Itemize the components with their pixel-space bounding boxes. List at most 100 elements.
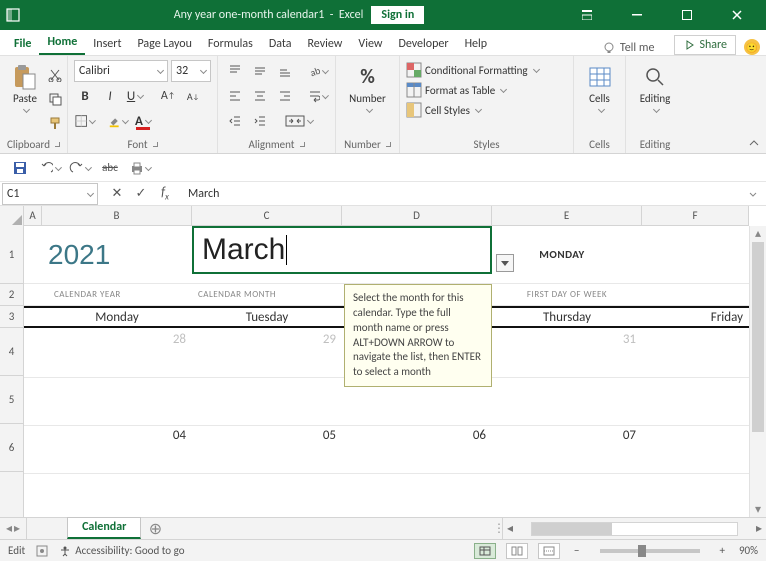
tab-scroll-right-icon[interactable]: ▸ — [14, 521, 20, 536]
format-painter-icon[interactable] — [44, 112, 66, 134]
col-header-E[interactable]: E — [492, 206, 642, 225]
font-size-combo[interactable]: 32 — [171, 60, 211, 82]
align-middle-icon[interactable] — [249, 60, 271, 82]
copy-icon[interactable] — [44, 88, 66, 110]
alignment-launcher-icon[interactable] — [300, 142, 305, 147]
minimize-icon[interactable] — [614, 0, 660, 30]
ribbon-options-icon[interactable] — [564, 0, 610, 30]
tab-developer[interactable]: Developer — [390, 33, 456, 55]
editing-button[interactable]: Editing — [632, 60, 678, 117]
tab-scroll-left-icon[interactable]: ◂ — [6, 521, 12, 536]
undo-icon[interactable] — [38, 156, 62, 180]
vertical-scrollbar[interactable]: ▴ ▾ — [749, 226, 766, 517]
maximize-icon[interactable] — [664, 0, 710, 30]
orientation-icon[interactable]: ab — [307, 60, 329, 82]
tab-review[interactable]: Review — [300, 33, 351, 55]
shrink-font-icon[interactable]: A↓ — [182, 85, 204, 107]
macro-record-icon[interactable] — [35, 544, 49, 558]
feedback-smiley-icon[interactable]: 🙂 — [744, 39, 760, 55]
column-headers[interactable]: ABCDEF — [0, 206, 749, 226]
decrease-indent-icon[interactable] — [224, 110, 246, 132]
redo-icon[interactable] — [68, 156, 92, 180]
number-launcher-icon[interactable] — [386, 142, 391, 147]
italic-button[interactable]: I — [99, 85, 121, 107]
col-header-F[interactable]: F — [642, 206, 749, 225]
tab-home[interactable]: Home — [39, 31, 85, 55]
collapse-ribbon-icon[interactable] — [748, 137, 760, 149]
cut-icon[interactable] — [44, 64, 66, 86]
bold-button[interactable]: B — [74, 85, 96, 107]
fill-color-icon[interactable] — [107, 110, 129, 132]
hscroll-thumb[interactable] — [532, 523, 612, 535]
name-box[interactable]: C1 — [2, 183, 98, 205]
worksheet-grid[interactable]: ABCDEF 123456 2021 MONDAY CALENDAR YEAR … — [0, 206, 766, 517]
tab-data[interactable]: Data — [261, 33, 300, 55]
number-format-button[interactable]: % Number — [342, 60, 393, 117]
underline-button[interactable]: U — [124, 85, 146, 107]
hscroll-right-icon[interactable]: ▸ — [752, 521, 766, 536]
paste-button[interactable]: Paste — [6, 60, 44, 134]
zoom-level[interactable]: 90% — [739, 544, 758, 557]
cancel-edit-icon[interactable]: ✕ — [106, 186, 128, 201]
tab-formulas[interactable]: Formulas — [200, 33, 261, 55]
select-all-corner[interactable] — [0, 206, 24, 226]
row-header-5[interactable]: 5 — [0, 376, 23, 424]
col-header-B[interactable]: B — [42, 206, 192, 225]
col-header-C[interactable]: C — [192, 206, 342, 225]
add-sheet-button[interactable]: ⊕ — [141, 518, 169, 539]
tab-insert[interactable]: Insert — [85, 33, 129, 55]
sign-in-button[interactable]: Sign in — [371, 6, 424, 24]
align-left-icon[interactable] — [224, 85, 246, 107]
grow-font-icon[interactable]: A↑ — [157, 85, 179, 107]
sheet-tab-calendar[interactable]: Calendar — [67, 517, 141, 539]
row-header-3[interactable]: 3 — [0, 306, 23, 328]
expand-formula-bar-icon[interactable] — [748, 189, 766, 199]
row-headers[interactable]: 123456 — [0, 226, 24, 517]
align-bottom-icon[interactable] — [274, 60, 296, 82]
tab-page-layout[interactable]: Page Layou — [129, 33, 199, 55]
font-launcher-icon[interactable] — [153, 142, 158, 147]
align-center-icon[interactable] — [249, 85, 271, 107]
view-normal-icon[interactable] — [474, 543, 496, 559]
increase-indent-icon[interactable] — [249, 110, 271, 132]
zoom-slider[interactable] — [600, 549, 700, 553]
formula-input[interactable]: March — [182, 187, 748, 201]
cell-styles-button[interactable]: Cell Styles — [406, 102, 567, 118]
format-as-table-button[interactable]: Format as Table — [406, 82, 567, 98]
zoom-in-icon[interactable]: + — [716, 544, 729, 557]
view-page-layout-icon[interactable] — [506, 543, 528, 559]
tab-help[interactable]: Help — [457, 33, 496, 55]
save-icon[interactable] — [8, 156, 32, 180]
share-button[interactable]: Share — [674, 35, 736, 55]
font-name-combo[interactable]: Calibri — [74, 60, 168, 82]
row-header-1[interactable]: 1 — [0, 226, 23, 284]
app-home-icon[interactable] — [6, 8, 34, 22]
cells-area[interactable]: 2021 MONDAY CALENDAR YEAR CALENDAR MONTH… — [24, 226, 749, 517]
col-header-A[interactable]: A — [24, 206, 42, 225]
active-cell-editor[interactable]: March — [192, 226, 492, 274]
clipboard-launcher-icon[interactable] — [55, 142, 60, 147]
font-color-icon[interactable]: A — [132, 110, 154, 132]
close-icon[interactable] — [714, 0, 760, 30]
horizontal-scrollbar[interactable]: ◂ ▸ — [502, 518, 766, 539]
tab-file[interactable]: File — [6, 33, 39, 55]
row-header-6[interactable]: 6 — [0, 424, 23, 472]
dropdown-button[interactable] — [496, 254, 514, 272]
merge-center-icon[interactable] — [282, 110, 316, 132]
view-page-break-icon[interactable] — [538, 543, 560, 559]
row-header-4[interactable]: 4 — [0, 328, 23, 376]
align-top-icon[interactable] — [224, 60, 246, 82]
borders-icon[interactable] — [74, 110, 96, 132]
col-header-D[interactable]: D — [342, 206, 492, 225]
tell-me[interactable]: Tell me — [620, 41, 655, 55]
conditional-formatting-button[interactable]: Conditional Formatting — [406, 62, 567, 78]
confirm-edit-icon[interactable]: ✓ — [130, 186, 152, 201]
tab-view[interactable]: View — [350, 33, 390, 55]
cells-button[interactable]: Cells — [580, 60, 619, 117]
fx-icon[interactable]: fx — [154, 185, 176, 203]
row-header-2[interactable]: 2 — [0, 284, 23, 306]
quick-print-icon[interactable] — [128, 156, 152, 180]
wrap-text-icon[interactable] — [307, 85, 329, 107]
align-right-icon[interactable] — [274, 85, 296, 107]
hscroll-left-icon[interactable]: ◂ — [503, 521, 517, 536]
